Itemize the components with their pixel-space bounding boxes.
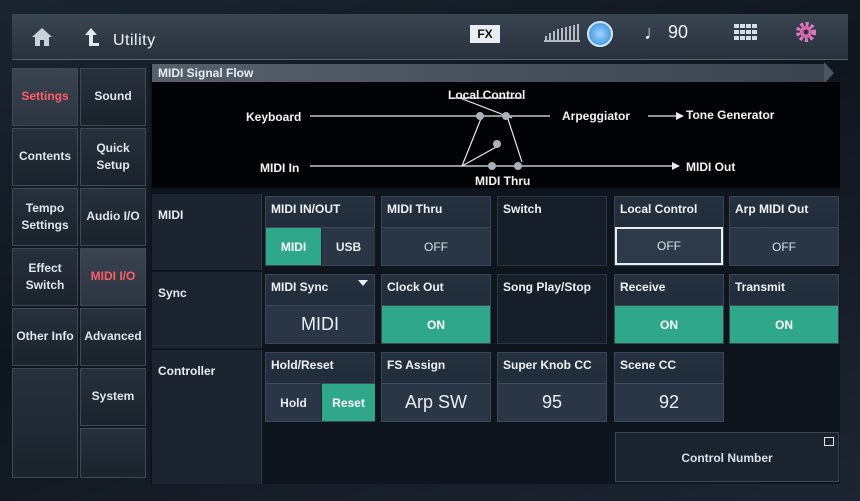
- fs-assign-select[interactable]: Arp SW: [382, 383, 490, 421]
- midi-thru-label: MIDI Thru: [387, 202, 443, 216]
- row-label-midi: MIDI: [152, 194, 262, 270]
- midi-option-button[interactable]: MIDI: [266, 227, 321, 265]
- tab-contents[interactable]: Contents: [12, 128, 78, 186]
- flow-local-control-label: Local Control: [448, 88, 526, 102]
- flow-keyboard-label: Keyboard: [246, 110, 302, 124]
- tab-sound[interactable]: Sound: [80, 68, 146, 126]
- fs-assign-cell: FS Assign Arp SW: [381, 352, 491, 422]
- tab-empty-2: [80, 428, 146, 478]
- receive-toggle[interactable]: ON: [615, 305, 723, 343]
- clock-out-toggle[interactable]: ON: [382, 305, 490, 343]
- midi-thru-cell: MIDI Thru OFF: [381, 196, 491, 266]
- tempo-value[interactable]: 90: [668, 22, 688, 43]
- clock-out-label: Clock Out: [387, 280, 444, 294]
- transmit-label: Transmit: [735, 280, 786, 294]
- keyboard-meter-icon: [544, 24, 580, 42]
- tab-quick-setup[interactable]: Quick Setup: [80, 128, 146, 186]
- midi-in-out-cell: MIDI IN/OUT MIDI USB: [265, 196, 375, 266]
- flow-arpeggiator-label: Arpeggiator: [562, 109, 631, 123]
- flow-midi-out-label: MIDI Out: [686, 160, 736, 174]
- song-play-stop-cell: Song Play/Stop: [497, 274, 607, 344]
- home-icon[interactable]: [30, 26, 54, 48]
- switch-cell: Switch: [497, 196, 607, 266]
- scene-cc-value[interactable]: 92: [615, 383, 723, 421]
- grid-icon[interactable]: [734, 24, 758, 42]
- fs-assign-label: FS Assign: [387, 358, 446, 372]
- reset-option-button[interactable]: Reset: [322, 383, 375, 421]
- transmit-cell: Transmit ON: [729, 274, 839, 344]
- tab-tempo-settings[interactable]: Tempo Settings: [12, 188, 78, 246]
- tab-advanced[interactable]: Advanced: [80, 308, 146, 366]
- super-knob-cc-cell: Super Knob CC 95: [497, 352, 607, 422]
- clock-out-cell: Clock Out ON: [381, 274, 491, 344]
- arp-midi-out-cell: Arp MIDI Out OFF: [729, 196, 839, 266]
- utility-screen: Utility FX ♩ 90 Settings Contents Tempo …: [0, 0, 860, 501]
- dropdown-arrow-icon: [358, 280, 368, 286]
- hold-option-button[interactable]: Hold: [266, 383, 321, 421]
- fx-badge[interactable]: FX: [470, 25, 500, 43]
- hold-reset-label: Hold/Reset: [271, 358, 334, 372]
- receive-label: Receive: [620, 280, 666, 294]
- hold-reset-cell: Hold/Reset Hold Reset: [265, 352, 375, 422]
- local-control-label: Local Control: [620, 202, 698, 216]
- midi-sync-select[interactable]: MIDI: [266, 305, 374, 343]
- tab-effect-switch[interactable]: Effect Switch: [12, 248, 78, 306]
- gear-icon[interactable]: [794, 20, 818, 44]
- tab-system[interactable]: System: [80, 368, 146, 426]
- controller-status-icon[interactable]: [587, 21, 613, 47]
- tab-audio-io[interactable]: Audio I/O: [80, 188, 146, 246]
- local-control-toggle[interactable]: OFF: [615, 227, 723, 265]
- page-title: Utility: [113, 32, 156, 49]
- signal-flow-header: MIDI Signal Flow: [152, 64, 824, 82]
- top-bar: Utility FX ♩ 90: [12, 14, 848, 60]
- local-control-cell: Local Control OFF: [614, 196, 724, 266]
- super-knob-cc-value[interactable]: 95: [498, 383, 606, 421]
- tab-midi-io[interactable]: MIDI I/O: [80, 248, 146, 306]
- control-number-button[interactable]: Control Number: [615, 432, 839, 482]
- switch-label: Switch: [503, 202, 542, 216]
- midi-in-out-label: MIDI IN/OUT: [271, 202, 341, 216]
- scene-cc-cell: Scene CC 92: [614, 352, 724, 422]
- tab-other-info[interactable]: Other Info: [12, 308, 78, 366]
- arp-midi-out-label: Arp MIDI Out: [735, 202, 809, 216]
- tab-settings[interactable]: Settings: [12, 68, 78, 126]
- signal-flow-diagram: Keyboard Local Control Arpeggiator Tone …: [152, 82, 840, 188]
- tab-empty: [12, 368, 78, 478]
- super-knob-cc-label: Super Knob CC: [503, 358, 592, 372]
- midi-sync-cell: MIDI Sync MIDI: [265, 274, 375, 344]
- back-up-icon[interactable]: [82, 26, 100, 48]
- song-play-stop-label: Song Play/Stop: [503, 280, 592, 294]
- control-number-label: Control Number: [681, 451, 773, 465]
- quarter-note-icon: ♩: [644, 22, 664, 44]
- flow-midi-thru-label: MIDI Thru: [475, 174, 531, 188]
- scene-cc-label: Scene CC: [620, 358, 677, 372]
- arp-midi-out-toggle[interactable]: OFF: [730, 227, 838, 265]
- usb-option-button[interactable]: USB: [322, 227, 375, 265]
- flow-tone-generator-label: Tone Generator: [686, 108, 775, 122]
- expand-icon: [824, 437, 834, 446]
- row-label-sync: Sync: [152, 272, 262, 348]
- row-label-controller: Controller: [152, 350, 262, 484]
- transmit-toggle[interactable]: ON: [730, 305, 838, 343]
- midi-sync-label: MIDI Sync: [271, 280, 329, 294]
- flow-midi-in-label: MIDI In: [260, 161, 300, 175]
- receive-cell: Receive ON: [614, 274, 724, 344]
- signal-flow-header-arrow: [824, 62, 834, 84]
- midi-thru-toggle[interactable]: OFF: [382, 227, 490, 265]
